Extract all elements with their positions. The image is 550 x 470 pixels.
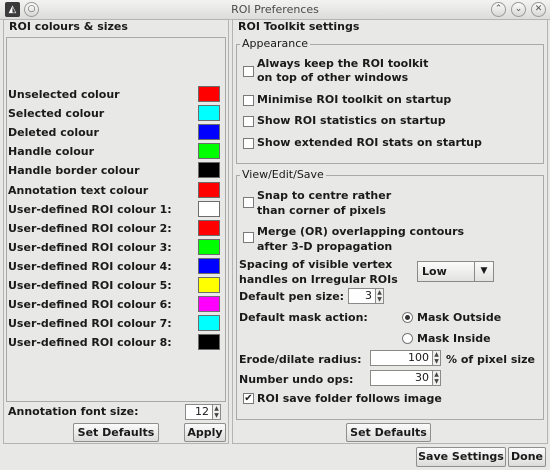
erode-dilate-stepper[interactable]: ▲ ▼: [432, 350, 441, 366]
mask-outside-label: Mask Outside: [417, 311, 502, 324]
mask-inside-label: Mask Inside: [417, 332, 491, 345]
apply-button[interactable]: Apply: [184, 423, 226, 442]
merge-contours-label: Merge (OR) overlapping contours after 3-…: [257, 224, 464, 254]
pen-size-input[interactable]: 3: [348, 288, 376, 304]
mask-outside-radio[interactable]: [402, 312, 413, 323]
erode-dilate-unit: % of pixel size: [446, 353, 536, 366]
colour-swatch-button[interactable]: [198, 220, 220, 236]
erode-dilate-label: Erode/dilate radius:: [239, 353, 362, 366]
snap-line-1: Snap to centre rather: [257, 189, 392, 202]
annotation-font-size-input[interactable]: 12: [185, 404, 213, 420]
spacing-line-2: handles on Irregular ROIs: [239, 273, 398, 286]
colour-label: User-defined ROI colour 8:: [8, 336, 172, 349]
annotation-font-size-label: Annotation font size:: [8, 405, 139, 418]
colour-swatch-button[interactable]: [198, 105, 220, 121]
colour-label: Deleted colour: [8, 126, 99, 139]
colour-swatch-button[interactable]: [198, 277, 220, 293]
right-set-defaults-button[interactable]: Set Defaults: [346, 423, 431, 442]
maximize-button[interactable]: ⌄: [511, 2, 526, 17]
colour-swatch-button[interactable]: [198, 162, 220, 178]
font-size-stepper[interactable]: ▲ ▼: [212, 404, 221, 420]
save-folder-checkbox[interactable]: ✔: [243, 393, 254, 404]
colour-label: User-defined ROI colour 2:: [8, 222, 172, 235]
merge-contours-checkbox[interactable]: [243, 232, 254, 243]
left-set-defaults-button[interactable]: Set Defaults: [73, 423, 159, 442]
mask-action-label: Default mask action:: [239, 311, 368, 324]
save-settings-button[interactable]: Save Settings: [416, 447, 506, 467]
vertex-spacing-value: Low: [422, 265, 447, 278]
colour-swatch-button[interactable]: [198, 201, 220, 217]
show-extended-stats-checkbox[interactable]: [243, 138, 254, 149]
minimise-on-startup-checkbox[interactable]: [243, 95, 254, 106]
left-panel-title: ROI colours & sizes: [9, 20, 128, 33]
chevron-down-icon[interactable]: ▼: [474, 262, 493, 281]
undo-ops-stepper[interactable]: ▲ ▼: [432, 370, 441, 386]
colour-label: User-defined ROI colour 4:: [8, 260, 172, 273]
colour-swatch-button[interactable]: [198, 239, 220, 255]
vertex-spacing-dropdown[interactable]: Low ▼: [417, 261, 494, 282]
undo-ops-input[interactable]: 30: [370, 370, 433, 386]
snap-line-2: than corner of pixels: [257, 204, 386, 217]
colour-swatch-button[interactable]: [198, 86, 220, 102]
colour-swatch-button[interactable]: [198, 143, 220, 159]
colour-label: Handle border colour: [8, 164, 140, 177]
window-title: ROI Preferences: [231, 3, 319, 16]
colour-label: Annotation text colour: [8, 184, 149, 197]
mask-inside-radio[interactable]: [402, 333, 413, 344]
always-on-top-line-2: on top of other windows: [257, 71, 409, 84]
colour-swatch-button[interactable]: [198, 296, 220, 312]
colour-label: User-defined ROI colour 6:: [8, 298, 172, 311]
appearance-title: Appearance: [240, 37, 311, 50]
merge-line-1: Merge (OR) overlapping contours: [257, 225, 465, 238]
undo-ops-label: Number undo ops:: [239, 373, 354, 386]
title-bar: ◭ ○ ROI Preferences ⌃ ⌄ ✕: [0, 0, 550, 20]
show-stats-label: Show ROI statistics on startup: [257, 114, 446, 127]
spacing-line-1: Spacing of visible vertex: [239, 258, 393, 271]
snap-centre-checkbox[interactable]: [243, 197, 254, 208]
colour-label: User-defined ROI colour 7:: [8, 317, 172, 330]
erode-dilate-input[interactable]: 100: [370, 350, 433, 366]
colour-label: Unselected colour: [8, 88, 120, 101]
colour-swatch-button[interactable]: [198, 182, 220, 198]
colour-label: Handle colour: [8, 145, 95, 158]
always-on-top-line-1: Always keep the ROI toolkit: [257, 57, 429, 70]
snap-centre-label: Snap to centre rather than corner of pix…: [257, 188, 391, 218]
done-button[interactable]: Done: [508, 447, 546, 467]
minimise-on-startup-label: Minimise ROI toolkit on startup: [257, 93, 452, 106]
minimize-button[interactable]: ⌃: [491, 2, 506, 17]
show-stats-checkbox[interactable]: [243, 116, 254, 127]
colour-label: User-defined ROI colour 5:: [8, 279, 172, 292]
colour-label: User-defined ROI colour 1:: [8, 203, 172, 216]
merge-line-2: after 3-D propagation: [257, 240, 393, 253]
show-extended-stats-label: Show extended ROI stats on startup: [257, 136, 482, 149]
vertex-spacing-label: Spacing of visible vertex handles on Irr…: [239, 257, 398, 287]
colour-swatch-button[interactable]: [198, 334, 220, 350]
colour-swatch-button[interactable]: [198, 258, 220, 274]
right-panel-title: ROI Toolkit settings: [238, 20, 360, 33]
always-on-top-label: Always keep the ROI toolkit on top of ot…: [257, 57, 428, 85]
pen-size-label: Default pen size:: [239, 290, 345, 303]
pen-size-stepper[interactable]: ▲ ▼: [375, 288, 384, 304]
save-folder-label: ROI save folder follows image: [257, 392, 442, 405]
colour-label: User-defined ROI colour 3:: [8, 241, 172, 254]
close-button[interactable]: ✕: [531, 2, 546, 17]
colour-label: Selected colour: [8, 107, 105, 120]
view-edit-save-title: View/Edit/Save: [240, 168, 326, 181]
colour-swatch-button[interactable]: [198, 315, 220, 331]
always-on-top-checkbox[interactable]: [243, 66, 254, 77]
colour-swatch-button[interactable]: [198, 124, 220, 140]
